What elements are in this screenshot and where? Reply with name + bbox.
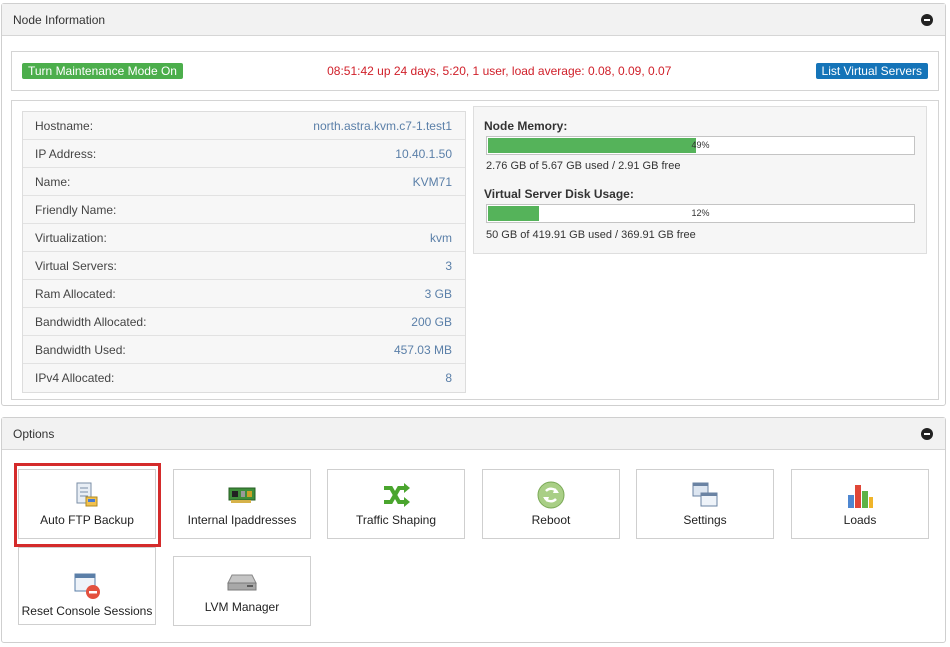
memory-progress-bar: 49% (486, 136, 915, 155)
info-row-ipv4-allocated: IPv4 Allocated: 8 (23, 364, 465, 392)
options-header: Options (2, 418, 945, 450)
reboot-icon (535, 480, 567, 510)
node-status-bar: Turn Maintenance Mode On 08:51:42 up 24 … (11, 51, 939, 91)
node-information-header: Node Information (2, 4, 945, 36)
info-value: 10.40.1.50 (395, 146, 452, 161)
info-row-virtualization: Virtualization: kvm (23, 224, 465, 252)
info-row-virtual-servers: Virtual Servers: 3 (23, 252, 465, 280)
info-row-friendly-name: Friendly Name: (23, 196, 465, 224)
resource-usage-box: Node Memory: 49% 2.76 GB of 5.67 GB used… (473, 106, 927, 254)
info-label: IP Address: (35, 146, 97, 161)
network-card-icon (226, 480, 258, 510)
tile-internal-ipaddresses[interactable]: Internal Ipaddresses (173, 469, 311, 539)
info-label: Bandwidth Used: (35, 342, 126, 357)
tile-label: Reset Console Sessions (21, 604, 153, 618)
info-row-ram-allocated: Ram Allocated: 3 GB (23, 280, 465, 308)
node-info-table: Hostname: north.astra.kvm.c7-1.test1 IP A… (22, 111, 466, 393)
info-value: 457.03 MB (393, 342, 452, 357)
tile-loads[interactable]: Loads (791, 469, 929, 539)
info-label: IPv4 Allocated: (35, 371, 115, 385)
uptime-text: 08:51:42 up 24 days, 5:20, 1 user, load … (327, 64, 672, 78)
console-reset-icon (71, 571, 103, 601)
selection-highlight (14, 463, 161, 547)
tile-label: LVM Manager (204, 600, 280, 614)
disk-usage-note: 50 GB of 419.91 GB used / 369.91 GB free (486, 229, 696, 241)
info-row-hostname: Hostname: north.astra.kvm.c7-1.test1 (23, 112, 465, 140)
info-row-ip-address: IP Address: 10.40.1.50 (23, 140, 465, 168)
tile-traffic-shaping[interactable]: Traffic Shaping (327, 469, 465, 539)
tile-label: Reboot (531, 513, 571, 527)
settings-windows-icon (689, 480, 721, 510)
tile-label: Internal Ipaddresses (187, 513, 297, 527)
info-label: Bandwidth Allocated: (35, 314, 147, 329)
bar-chart-icon (844, 480, 876, 510)
disk-drive-icon (226, 567, 258, 597)
info-label: Virtual Servers: (35, 258, 117, 273)
tile-label: Traffic Shaping (355, 513, 437, 527)
memory-usage-note: 2.76 GB of 5.67 GB used / 2.91 GB free (486, 160, 681, 172)
disk-percent: 12% (691, 208, 710, 218)
tile-label: Loads (843, 513, 877, 527)
info-value: kvm (430, 230, 452, 245)
info-label: Hostname: (35, 118, 94, 133)
collapse-icon[interactable] (921, 13, 933, 26)
tile-settings[interactable]: Settings (636, 469, 774, 539)
info-value: north.astra.kvm.c7-1.test1 (313, 118, 452, 133)
info-label: Name: (35, 174, 71, 189)
info-value: 3 (445, 258, 452, 273)
maintenance-mode-button[interactable]: Turn Maintenance Mode On (22, 63, 183, 79)
tile-lvm-manager[interactable]: LVM Manager (173, 556, 311, 626)
memory-title: Node Memory: (484, 119, 568, 133)
info-value: 200 GB (411, 314, 452, 329)
tile-reboot[interactable]: Reboot (482, 469, 620, 539)
info-value: KVM71 (412, 174, 452, 189)
info-row-name: Name: KVM71 (23, 168, 465, 196)
tile-label: Settings (683, 513, 727, 527)
list-virtual-servers-button[interactable]: List Virtual Servers (815, 63, 928, 79)
disk-title: Virtual Server Disk Usage: (484, 187, 634, 201)
info-row-bandwidth-allocated: Bandwidth Allocated: 200 GB (23, 308, 465, 336)
shuffle-arrows-icon (380, 480, 412, 510)
options-title: Options (13, 426, 55, 441)
collapse-icon[interactable] (921, 427, 933, 440)
info-value: 3 GB (424, 286, 452, 301)
info-row-bandwidth-used: Bandwidth Used: 457.03 MB (23, 336, 465, 364)
node-information-title: Node Information (13, 12, 106, 27)
info-value: 8 (445, 371, 452, 385)
info-label: Ram Allocated: (35, 286, 116, 301)
tile-reset-console-sessions[interactable]: Reset Console Sessions (18, 547, 156, 625)
info-label: Friendly Name: (35, 202, 117, 217)
info-label: Virtualization: (35, 230, 107, 245)
memory-percent: 49% (691, 140, 710, 150)
disk-progress-bar: 12% (486, 204, 915, 223)
